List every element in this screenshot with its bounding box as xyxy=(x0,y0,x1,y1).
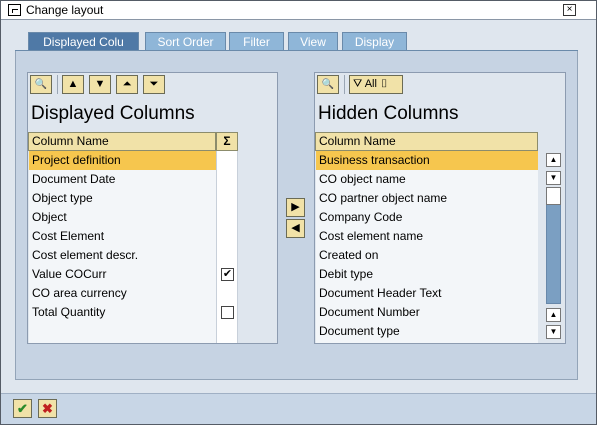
hidden-columns-panel: 🔍 ⛛ All ▯ Hidden Columns Column Name Bus… xyxy=(314,72,566,344)
list-item[interactable]: Project definition xyxy=(29,151,216,170)
list-item[interactable]: Cost Element xyxy=(29,227,216,246)
binoculars-icon: 🔍 xyxy=(321,79,335,90)
hidden-column-name-header[interactable]: Column Name xyxy=(315,132,538,151)
arrow-top-icon: ⏶ xyxy=(122,78,132,90)
list-item[interactable]: Value COCurr xyxy=(29,265,216,284)
toolbar-separator xyxy=(344,75,345,94)
hidden-columns-title: Hidden Columns xyxy=(318,103,459,124)
find-button[interactable]: 🔍 xyxy=(30,75,52,94)
column-name-header[interactable]: Column Name xyxy=(28,132,216,151)
tab-displayed-columns[interactable]: Displayed Colu xyxy=(28,32,139,51)
scroll-page-up-button[interactable]: ▲ xyxy=(546,308,561,322)
right-toolbar: 🔍 ⛛ All ▯ xyxy=(315,73,565,95)
displayed-columns-panel: 🔍 ▲ ▼ ⏶ ⏷ Displayed Columns Column Name … xyxy=(27,72,278,344)
find-button-right[interactable]: 🔍 xyxy=(317,75,339,94)
tab-view[interactable]: View xyxy=(288,32,338,51)
tab-display[interactable]: Display xyxy=(342,32,407,51)
move-bottom-button[interactable]: ⏷ xyxy=(143,75,165,94)
cancel-button[interactable]: ✖ xyxy=(38,399,57,418)
change-layout-dialog: Change layout × Displayed Colu Sort Orde… xyxy=(0,0,597,425)
dialog-title: Change layout xyxy=(26,3,104,17)
move-top-button[interactable]: ⏶ xyxy=(116,75,138,94)
left-toolbar: 🔍 ▲ ▼ ⏶ ⏷ xyxy=(28,73,277,95)
list-item[interactable]: Debit type xyxy=(316,265,538,284)
dialog-button-bar xyxy=(1,393,596,424)
title-bar: Change layout × xyxy=(1,1,596,20)
move-down-button[interactable]: ▼ xyxy=(89,75,111,94)
filter-icon: ⛛ xyxy=(353,78,363,90)
ok-button[interactable]: ✔ xyxy=(13,399,32,418)
scroll-down-button[interactable]: ▼ xyxy=(546,171,561,185)
scroll-up-icon: ▲ xyxy=(549,310,558,319)
list-item[interactable]: Cost element name xyxy=(316,227,538,246)
list-item[interactable]: Object xyxy=(29,208,216,227)
list-item[interactable]: Document type xyxy=(316,322,538,341)
scroll-page-down-button[interactable]: ▼ xyxy=(546,325,561,339)
arrow-bottom-icon: ⏷ xyxy=(149,78,159,90)
scroll-down-icon: ▼ xyxy=(549,327,558,336)
tab-sort-order[interactable]: Sort Order xyxy=(145,32,226,51)
cancel-x-icon: ✖ xyxy=(42,401,53,416)
arrow-up-icon: ▲ xyxy=(67,78,79,90)
sum-checkbox[interactable]: ✔ xyxy=(221,268,234,281)
scroll-down-icon: ▼ xyxy=(549,173,558,182)
layout-icon xyxy=(8,4,21,16)
arrow-down-icon: ▼ xyxy=(94,78,106,90)
arrow-left-icon: ◀ xyxy=(291,222,300,234)
list-item[interactable]: Business transaction xyxy=(316,151,538,170)
list-item[interactable]: CO object name xyxy=(316,170,538,189)
list-item[interactable]: Cost element descr. xyxy=(29,246,216,265)
binoculars-icon: 🔍 xyxy=(34,79,48,90)
sum-icon: Σ xyxy=(223,134,231,148)
sum-checkbox[interactable] xyxy=(221,306,234,319)
list-item[interactable]: CO partner object name xyxy=(316,189,538,208)
list-item[interactable]: Company Code xyxy=(316,208,538,227)
list-item[interactable]: CO area currency xyxy=(29,284,216,303)
toolbar-separator xyxy=(57,75,58,94)
move-up-button[interactable]: ▲ xyxy=(62,75,84,94)
filter-all-button[interactable]: ⛛ All ▯ xyxy=(349,75,403,94)
list-item[interactable]: Document Number xyxy=(316,303,538,322)
scroll-up-icon: ▲ xyxy=(549,155,558,164)
filter-all-label: All xyxy=(364,78,377,90)
list-item[interactable]: Document Date xyxy=(29,170,216,189)
scroll-up-button[interactable]: ▲ xyxy=(546,153,561,167)
arrow-right-icon: ▶ xyxy=(291,201,300,213)
list-item[interactable]: Object type xyxy=(29,189,216,208)
hide-column-button[interactable]: ▶ xyxy=(286,198,305,217)
list-item[interactable]: Document Header Text xyxy=(316,284,538,303)
displayed-columns-title: Displayed Columns xyxy=(31,103,195,124)
sum-header[interactable]: Σ xyxy=(216,132,238,151)
list-item[interactable]: Total Quantity xyxy=(29,303,216,322)
scrollbar-thumb[interactable] xyxy=(546,187,561,205)
show-column-button[interactable]: ◀ xyxy=(286,219,305,238)
checkmark-icon: ✔ xyxy=(17,401,28,416)
tab-filter[interactable]: Filter xyxy=(229,32,284,51)
close-button[interactable]: × xyxy=(563,4,576,16)
clipboard-icon: ▯ xyxy=(380,78,389,90)
list-item[interactable]: Created on xyxy=(316,246,538,265)
